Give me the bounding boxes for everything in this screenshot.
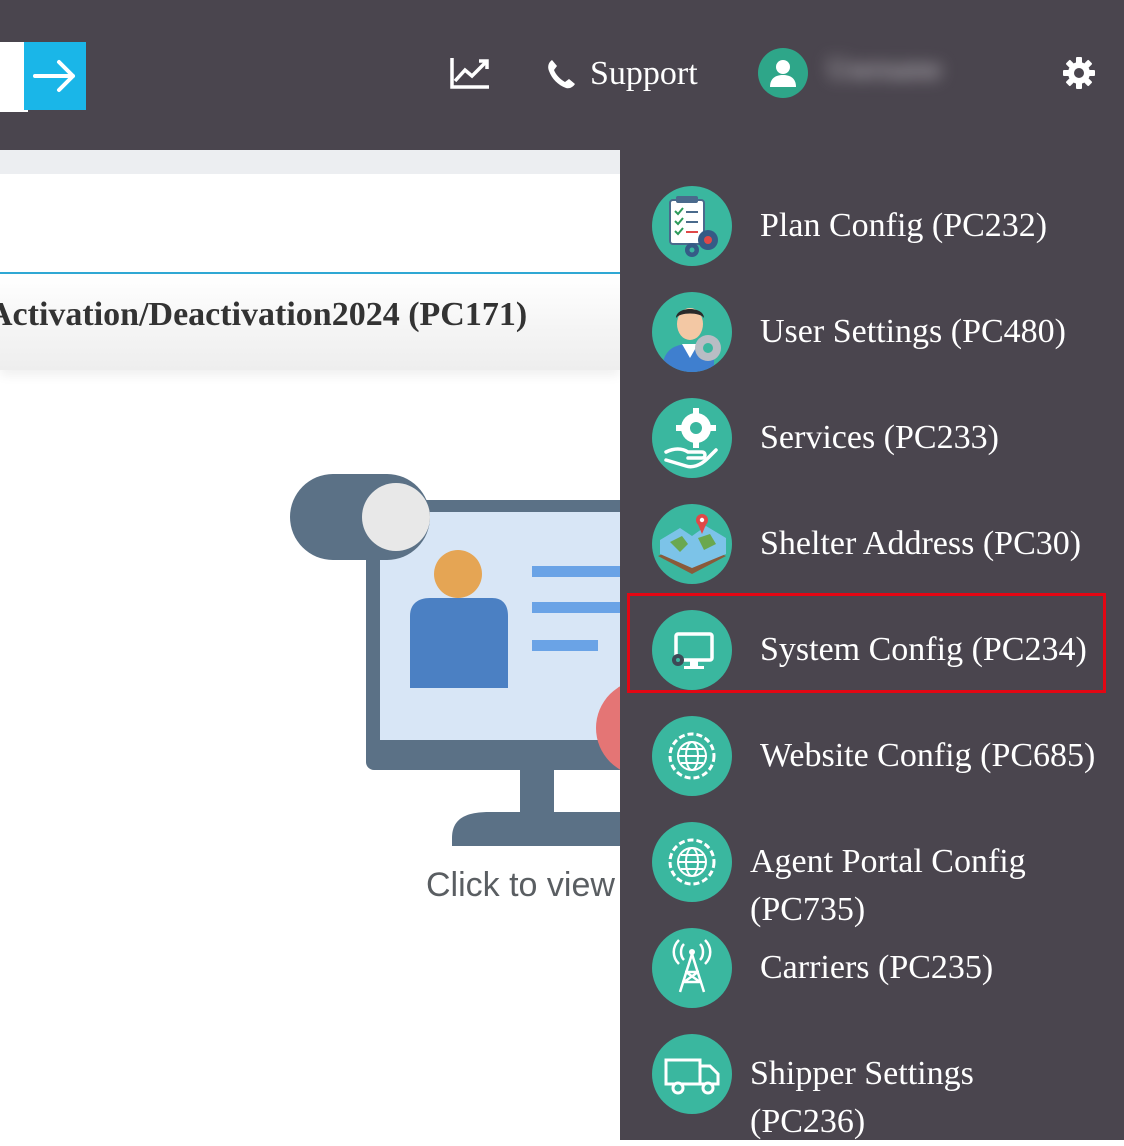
analytics-button[interactable]: [448, 54, 492, 92]
menu-item-system-config[interactable]: System Config (PC234): [620, 574, 1124, 690]
menu-item-label: User Settings (PC480): [760, 313, 1066, 350]
menu-item-agent-portal-config[interactable]: Agent Portal Config (PC735): [620, 786, 1124, 928]
shipper-settings-icon: [652, 1034, 732, 1114]
menu-item-label: Shelter Address (PC30): [760, 525, 1082, 562]
line-chart-icon: [450, 58, 489, 89]
arrow-right-icon: [33, 60, 75, 92]
menu-item-shelter-address[interactable]: Shelter Address (PC30): [620, 468, 1124, 584]
top-navbar: Support Username: [0, 0, 1124, 150]
gear-icon: [1063, 57, 1095, 89]
settings-button[interactable]: [1058, 52, 1100, 94]
support-link[interactable]: Support: [546, 52, 698, 96]
monitor-illustration: [290, 474, 620, 846]
content-panel: [0, 174, 620, 274]
user-avatar[interactable]: [758, 48, 808, 98]
support-label: Support: [590, 55, 698, 92]
menu-item-shipper-settings[interactable]: Shipper Settings (PC236): [620, 998, 1124, 1140]
carriers-icon: [652, 928, 732, 1008]
settings-dropdown-menu: Plan Config (PC232) User Settings (PC480…: [620, 150, 1124, 1140]
menu-item-label: Website Config (PC685): [760, 737, 1096, 774]
user-icon: [770, 60, 796, 87]
menu-item-website-config[interactable]: Website Config (PC685): [620, 680, 1124, 796]
agent-portal-config-icon: [652, 822, 732, 902]
website-config-icon: [652, 716, 732, 796]
menu-item-label: System Config (PC234): [760, 631, 1087, 668]
search-go-button[interactable]: [24, 42, 86, 110]
user-activation-illustration[interactable]: [280, 466, 620, 846]
menu-item-label: Services (PC233): [760, 419, 999, 456]
menu-item-carriers[interactable]: Carriers (PC235): [620, 892, 1124, 1008]
phone-icon: [548, 60, 575, 89]
services-icon: [652, 398, 732, 478]
click-to-view-text[interactable]: Click to view: [426, 866, 620, 905]
menu-item-services[interactable]: Services (PC233): [620, 362, 1124, 478]
username[interactable]: Username: [828, 54, 984, 94]
page-title: Activation/Deactivation2024 (PC171): [0, 296, 528, 333]
plan-config-icon: [652, 186, 732, 266]
menu-item-label: Plan Config (PC232): [760, 207, 1048, 244]
menu-item-user-settings[interactable]: User Settings (PC480): [620, 256, 1124, 372]
menu-item-plan-config[interactable]: Plan Config (PC232): [620, 150, 1124, 266]
menu-item-label: Shipper Settings (PC236): [750, 1055, 974, 1140]
shelter-address-icon: [652, 504, 732, 584]
user-settings-icon: [652, 292, 732, 372]
system-config-icon: [652, 610, 732, 690]
menu-item-label: Carriers (PC235): [760, 949, 994, 986]
content-header-strip: [0, 150, 620, 174]
